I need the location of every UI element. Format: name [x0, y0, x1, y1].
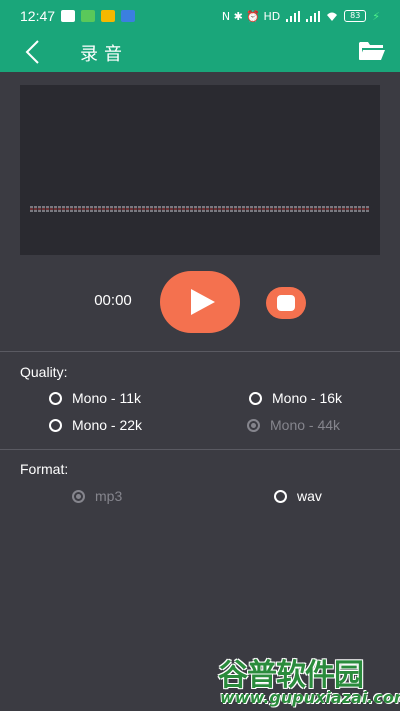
status-indicators: N ✱ ⏰ HD 83 ⚡ [222, 0, 380, 32]
watermark-url: www.gupuxiazai.com [220, 688, 400, 707]
quality-option-label: Mono - 11k [72, 390, 141, 406]
quality-option-mono-22k[interactable]: Mono - 22k [49, 417, 142, 433]
divider-top [0, 351, 400, 352]
radio-icon[interactable] [49, 418, 62, 432]
quality-option-mono-44k[interactable]: Mono - 44k [247, 417, 340, 433]
watermark: 谷普软件园 www.gupuxiazai.com [218, 650, 400, 708]
quality-option-label: Mono - 22k [72, 417, 143, 433]
signal-icon-2 [306, 10, 321, 22]
quality-option-mono-16k[interactable]: Mono - 16k [249, 390, 342, 406]
recording-timer: 00:00 [94, 292, 132, 309]
back-arrow-icon[interactable] [22, 38, 46, 66]
quality-option-label: Mono - 16k [272, 390, 343, 406]
wifi-icon [327, 12, 338, 21]
quality-label: Quality: [20, 364, 68, 380]
status-indicator-text: N ✱ ⏰ HD [221, 9, 281, 23]
format-label: Format: [20, 461, 69, 477]
divider-middle [0, 449, 400, 450]
cloud-notification-icon [121, 10, 136, 22]
stop-button[interactable] [266, 287, 306, 319]
status-time: 12:47 [20, 8, 56, 24]
quality-option-mono-11k[interactable]: Mono - 11k [49, 390, 141, 406]
waveform-line [30, 206, 370, 212]
mail-notification-icon [101, 10, 116, 22]
format-option-mp3[interactable]: mp3 [72, 488, 122, 504]
waveform-panel [20, 85, 380, 255]
format-option-wav[interactable]: wav [274, 488, 322, 504]
format-option-label: wav [297, 488, 322, 504]
format-option-label: mp3 [95, 488, 123, 504]
charging-icon: ⚡ [372, 9, 380, 23]
notification-app-icon [61, 10, 76, 22]
signal-icon [286, 10, 301, 22]
phone-notification-icon [81, 10, 96, 22]
quality-option-label: Mono - 44k [270, 417, 341, 433]
radio-icon[interactable] [249, 391, 262, 405]
folder-open-icon[interactable] [358, 40, 386, 62]
stop-icon [277, 295, 295, 311]
radio-selected-icon[interactable] [72, 489, 85, 503]
battery-icon: 83 [344, 10, 367, 22]
status-bar: 12:47 N ✱ ⏰ HD 83 ⚡ [0, 0, 400, 32]
app-bar: 录音 [0, 32, 400, 72]
radio-icon[interactable] [49, 391, 62, 405]
page-title: 录音 [80, 44, 128, 65]
radio-selected-icon[interactable] [247, 418, 260, 432]
radio-icon[interactable] [274, 489, 287, 503]
play-icon [191, 289, 215, 315]
play-button[interactable] [160, 271, 240, 333]
